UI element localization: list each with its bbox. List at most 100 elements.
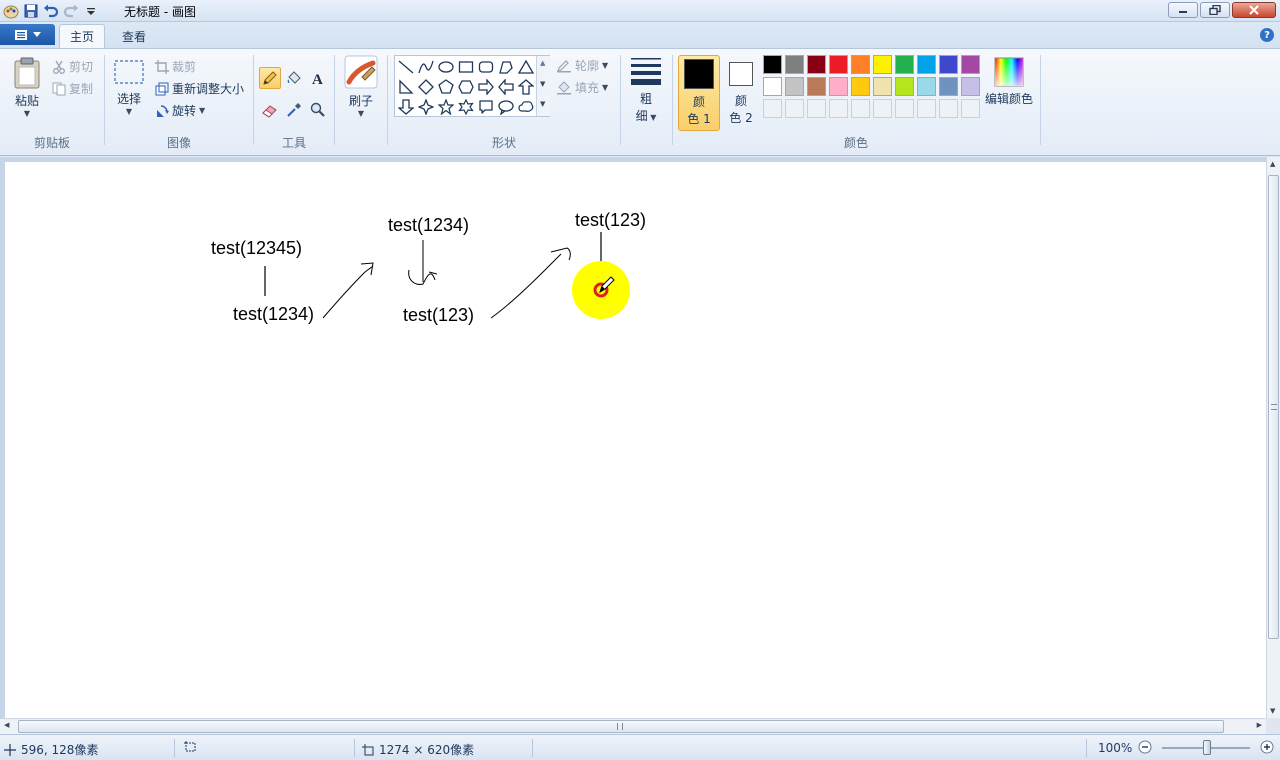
palette-swatch[interactable] bbox=[917, 55, 936, 74]
up-arrow-shape-icon[interactable] bbox=[516, 77, 536, 97]
custom-color-slot[interactable] bbox=[785, 99, 804, 118]
app-menu-button[interactable] bbox=[0, 24, 55, 45]
custom-color-slot[interactable] bbox=[961, 99, 980, 118]
six-point-star-shape-icon[interactable] bbox=[456, 97, 476, 117]
gallery-down-icon[interactable]: ▼ bbox=[540, 80, 545, 88]
custom-color-slot[interactable] bbox=[895, 99, 914, 118]
paint-app-icon[interactable] bbox=[2, 2, 20, 20]
gallery-up-icon[interactable]: ▲ bbox=[540, 59, 545, 67]
tab-home[interactable]: 主页 bbox=[59, 24, 106, 48]
shapes-gallery-scroll[interactable]: ▲ ▼ ▼ bbox=[536, 56, 550, 116]
undo-icon[interactable] bbox=[42, 2, 60, 20]
scroll-left-icon[interactable]: ◀ bbox=[4, 721, 9, 729]
oval-shape-icon[interactable] bbox=[436, 57, 456, 77]
palette-swatch[interactable] bbox=[785, 77, 804, 96]
right-arrow-shape-icon[interactable] bbox=[476, 77, 496, 97]
palette-swatch[interactable] bbox=[873, 55, 892, 74]
fill-tool[interactable] bbox=[283, 67, 305, 89]
triangle-shape-icon[interactable] bbox=[516, 57, 536, 77]
palette-swatch[interactable] bbox=[807, 77, 826, 96]
scroll-up-icon[interactable]: ▲ bbox=[1270, 160, 1275, 168]
text-tool[interactable]: A bbox=[307, 67, 329, 89]
five-point-star-shape-icon[interactable] bbox=[436, 97, 456, 117]
paste-button[interactable]: 粘贴 ▼ bbox=[8, 57, 46, 118]
palette-swatch[interactable] bbox=[763, 55, 782, 74]
pentagon-shape-icon[interactable] bbox=[436, 77, 456, 97]
palette-swatch[interactable] bbox=[895, 55, 914, 74]
pencil-tool[interactable] bbox=[259, 67, 281, 89]
hexagon-shape-icon[interactable] bbox=[456, 77, 476, 97]
minimize-button[interactable] bbox=[1168, 2, 1198, 18]
size-button[interactable]: 粗 细 ▼ bbox=[626, 55, 666, 124]
custom-color-slot[interactable] bbox=[939, 99, 958, 118]
cut-button[interactable]: 剪切 bbox=[52, 58, 93, 75]
line-shape-icon[interactable] bbox=[396, 57, 416, 77]
close-button[interactable] bbox=[1232, 2, 1276, 18]
color2-button[interactable]: 颜 色 2 bbox=[722, 55, 760, 131]
horizontal-scrollbar[interactable]: ◀ ▶ bbox=[0, 718, 1266, 734]
four-point-star-shape-icon[interactable] bbox=[416, 97, 436, 117]
select-button[interactable]: 选择 ▼ bbox=[111, 59, 147, 116]
rotate-button[interactable]: 旋转 ▼ bbox=[155, 102, 205, 119]
gallery-expand-icon[interactable]: ▼ bbox=[540, 100, 545, 108]
palette-swatch[interactable] bbox=[763, 77, 782, 96]
customize-qat-icon[interactable] bbox=[82, 2, 100, 20]
palette-swatch[interactable] bbox=[851, 55, 870, 74]
resize-button[interactable]: 重新调整大小 bbox=[155, 80, 244, 97]
custom-color-slot[interactable] bbox=[917, 99, 936, 118]
palette-swatch[interactable] bbox=[939, 55, 958, 74]
horizontal-scroll-thumb[interactable] bbox=[18, 720, 1224, 733]
custom-color-slot[interactable] bbox=[851, 99, 870, 118]
color1-button[interactable]: 颜 色 1 bbox=[678, 55, 720, 131]
vertical-scroll-thumb[interactable] bbox=[1268, 175, 1279, 639]
zoom-slider-thumb[interactable] bbox=[1203, 740, 1211, 755]
eraser-tool[interactable] bbox=[259, 99, 281, 121]
palette-swatch[interactable] bbox=[785, 55, 804, 74]
polygon-shape-icon[interactable] bbox=[496, 57, 516, 77]
rounded-rectangle-shape-icon[interactable] bbox=[476, 57, 496, 77]
scroll-right-icon[interactable]: ▶ bbox=[1257, 721, 1262, 729]
crop-button[interactable]: 裁剪 bbox=[155, 58, 196, 75]
color-picker-tool[interactable] bbox=[283, 99, 305, 121]
diamond-shape-icon[interactable] bbox=[416, 77, 436, 97]
palette-swatch[interactable] bbox=[829, 77, 848, 96]
restore-button[interactable] bbox=[1200, 2, 1230, 18]
rectangle-shape-icon[interactable] bbox=[456, 57, 476, 77]
zoom-out-button[interactable] bbox=[1138, 740, 1152, 754]
outline-button[interactable]: 轮廓 ▼ bbox=[556, 57, 608, 74]
app-menu-icon bbox=[15, 29, 27, 40]
edit-colors-button[interactable]: 编辑颜色 bbox=[984, 57, 1034, 107]
custom-color-slot[interactable] bbox=[829, 99, 848, 118]
palette-swatch[interactable] bbox=[829, 55, 848, 74]
vertical-scrollbar[interactable]: ▲ ▼ bbox=[1266, 157, 1280, 718]
rounded-callout-shape-icon[interactable] bbox=[476, 97, 496, 117]
save-icon[interactable] bbox=[22, 2, 40, 20]
fill-button[interactable]: 填充 ▼ bbox=[556, 79, 608, 96]
drawing-canvas[interactable]: test(12345) test(1234) test(123) test(12… bbox=[5, 162, 1266, 718]
left-arrow-shape-icon[interactable] bbox=[496, 77, 516, 97]
scroll-down-icon[interactable]: ▼ bbox=[1270, 707, 1275, 715]
palette-swatch[interactable] bbox=[807, 55, 826, 74]
copy-button[interactable]: 复制 bbox=[52, 80, 93, 97]
palette-swatch[interactable] bbox=[873, 77, 892, 96]
palette-swatch[interactable] bbox=[917, 77, 936, 96]
help-icon[interactable]: ? bbox=[1260, 28, 1274, 42]
cloud-callout-shape-icon[interactable] bbox=[516, 97, 536, 117]
zoom-in-button[interactable] bbox=[1260, 740, 1274, 754]
down-arrow-shape-icon[interactable] bbox=[396, 97, 416, 117]
right-triangle-shape-icon[interactable] bbox=[396, 77, 416, 97]
palette-swatch[interactable] bbox=[961, 55, 980, 74]
palette-swatch[interactable] bbox=[851, 77, 870, 96]
redo-icon[interactable] bbox=[62, 2, 80, 20]
palette-swatch[interactable] bbox=[895, 77, 914, 96]
curve-shape-icon[interactable] bbox=[416, 57, 436, 77]
palette-swatch[interactable] bbox=[939, 77, 958, 96]
custom-color-slot[interactable] bbox=[763, 99, 782, 118]
tab-view[interactable]: 查看 bbox=[112, 24, 156, 48]
custom-color-slot[interactable] bbox=[807, 99, 826, 118]
brushes-button[interactable]: 刷子 ▼ bbox=[342, 55, 380, 118]
magnifier-tool[interactable] bbox=[307, 99, 329, 121]
custom-color-slot[interactable] bbox=[873, 99, 892, 118]
palette-swatch[interactable] bbox=[961, 77, 980, 96]
oval-callout-shape-icon[interactable] bbox=[496, 97, 516, 117]
